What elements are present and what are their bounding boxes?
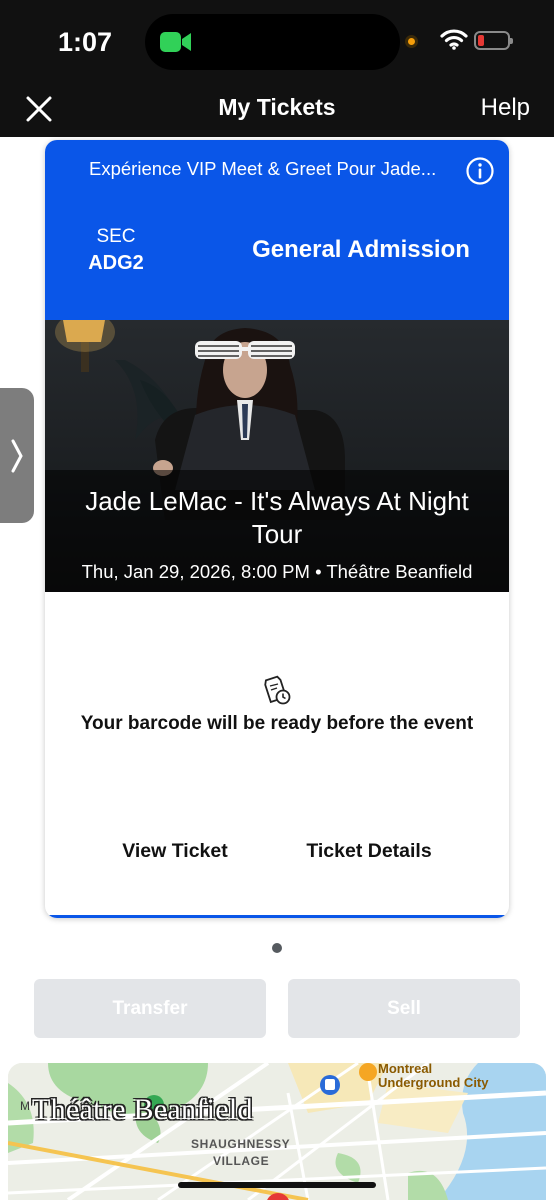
sell-button[interactable]: Sell — [288, 979, 520, 1038]
map-venue-label: Théâtre Beanfield — [32, 1093, 253, 1126]
side-drawer-handle[interactable] — [0, 388, 34, 523]
map-partial-label: M — [20, 1099, 30, 1113]
event-date-venue: Thu, Jan 29, 2026, 8:00 PM • Théâtre Bea… — [81, 561, 473, 582]
info-icon[interactable] — [465, 156, 495, 186]
carousel-page-indicator[interactable] — [272, 943, 282, 953]
transfer-button[interactable]: Transfer — [34, 979, 266, 1038]
battery-low-icon — [474, 31, 513, 50]
section-label: SEC — [96, 226, 136, 247]
ticket-clock-icon — [264, 675, 291, 705]
home-indicator[interactable] — [178, 1182, 376, 1188]
dynamic-island — [145, 14, 400, 70]
privacy-indicator — [405, 35, 418, 48]
event-name: Jade LeMac - It's Always At Night Tour — [85, 486, 469, 549]
barcode-pending-message: Your barcode will be ready before the ev… — [80, 713, 474, 734]
event-image: Jade LeMac - It's Always At Night Tour T… — [45, 320, 509, 592]
page-title: My Tickets — [218, 94, 336, 120]
section-value: ADG2 — [88, 252, 144, 274]
wifi-icon — [440, 29, 468, 50]
event-photo — [45, 320, 509, 592]
status-time: 1:07 — [58, 27, 113, 57]
ticket-type-label: Expérience VIP Meet & Greet Pour Jade... — [89, 158, 437, 179]
map-district-label-line-1: SHAUGHNESSY — [191, 1137, 291, 1151]
battery-nub — [510, 38, 513, 44]
ticket-details-button[interactable]: Ticket Details — [293, 840, 445, 863]
battery-level — [478, 35, 484, 46]
ticket-header: Expérience VIP Meet & Greet Pour Jade...… — [45, 140, 509, 320]
video-camera-icon — [160, 32, 191, 52]
venue-map[interactable]: M Théâtre Beanfield Montreal Underground… — [8, 1063, 546, 1200]
admission-type: General Admission — [252, 236, 470, 263]
map-district-label-line-2: VILLAGE — [213, 1154, 270, 1168]
help-link[interactable]: Help — [481, 94, 530, 122]
map-poi-label-line-2: Underground City — [378, 1075, 489, 1090]
status-bar: 1:07 — [0, 0, 554, 80]
card-accent-line — [45, 915, 509, 918]
ticket-card[interactable]: Expérience VIP Meet & Greet Pour Jade...… — [45, 140, 509, 918]
chevron-right-icon — [11, 439, 23, 473]
ticket-screen: 1:07 My Tickets Help Expérience VIP Meet… — [0, 0, 554, 1200]
nav-bar: My Tickets Help — [0, 80, 554, 137]
view-ticket-button[interactable]: View Ticket — [105, 840, 245, 863]
